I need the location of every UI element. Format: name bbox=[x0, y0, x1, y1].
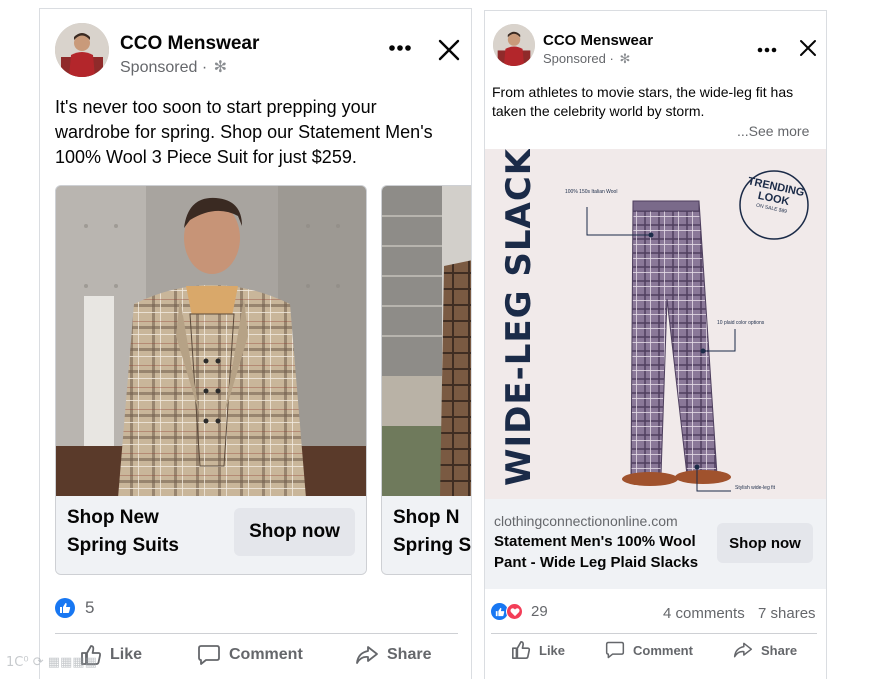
carousel-footer: Shop New Spring Suits Shop now bbox=[56, 496, 366, 574]
annotation-fit: Stylish wide-leg fit bbox=[735, 485, 776, 491]
watermark-logo: 1C⁰ ⟳ ▦▦▦▦ bbox=[6, 650, 116, 672]
comment-icon bbox=[198, 645, 220, 665]
comment-label: Comment bbox=[633, 642, 693, 658]
page-avatar[interactable] bbox=[493, 24, 535, 66]
close-icon[interactable] bbox=[799, 39, 817, 57]
more-options-icon[interactable] bbox=[757, 42, 777, 53]
reactions-summary[interactable]: 5 bbox=[55, 598, 94, 618]
carousel-item[interactable]: Shop New Spring Suits Shop now bbox=[55, 185, 367, 575]
share-label: Share bbox=[761, 642, 798, 658]
reactions-summary[interactable]: 29 bbox=[491, 603, 548, 620]
gear-icon: ✻ bbox=[213, 59, 228, 76]
shop-now-button[interactable]: Shop now bbox=[234, 508, 355, 556]
ad-headline: WIDE-LEG SLACKS bbox=[499, 149, 539, 486]
ad-title-line2: Pant - Wide Leg Plaid Slacks bbox=[494, 554, 699, 571]
sponsored-label: Sponsored · ✻ bbox=[543, 51, 631, 66]
thumbs-up-icon bbox=[512, 641, 531, 659]
divider bbox=[491, 633, 817, 634]
like-button[interactable]: Like bbox=[511, 640, 565, 660]
carousel-title-line2: Spring Suits bbox=[67, 535, 179, 556]
comment-button[interactable]: Comment bbox=[197, 644, 303, 666]
share-label: Share bbox=[387, 646, 432, 663]
share-icon bbox=[356, 646, 378, 664]
annotation-wool: 100% 150s Italian Wool bbox=[565, 189, 618, 195]
ad-domain: clothingconnectiononline.com bbox=[494, 513, 678, 529]
post-body-text: From athletes to movie stars, the wide-l… bbox=[492, 84, 794, 119]
product-photo-second[interactable] bbox=[382, 186, 471, 498]
annotation-colors: 10 plaid color options bbox=[717, 320, 765, 326]
page-name[interactable]: CCO Menswear bbox=[120, 33, 259, 55]
share-icon bbox=[733, 642, 753, 658]
like-reaction-icon bbox=[55, 598, 75, 618]
gear-icon: ✻ bbox=[619, 51, 631, 66]
carousel-title-line2: Spring S bbox=[393, 535, 472, 556]
see-more-link[interactable]: ...See more bbox=[737, 123, 809, 139]
sponsored-post-card-2: CCO Menswear Sponsored · ✻ From athletes… bbox=[484, 10, 827, 679]
comment-label: Comment bbox=[229, 646, 303, 663]
love-reaction-icon bbox=[506, 603, 523, 620]
carousel-item[interactable]: Shop N Spring S bbox=[381, 185, 472, 575]
post-body-text: It's never too soon to start prepping yo… bbox=[55, 97, 433, 167]
carousel-footer: Shop N Spring S bbox=[382, 496, 472, 574]
sponsored-text: Sponsored bbox=[120, 59, 198, 76]
share-button[interactable]: Share bbox=[355, 644, 431, 666]
ad-footer[interactable]: clothingconnectiononline.com Statement M… bbox=[485, 499, 826, 589]
reaction-count: 5 bbox=[85, 598, 95, 617]
carousel-title: Shop N Spring S bbox=[393, 504, 472, 560]
sponsored-text: Sponsored bbox=[543, 51, 606, 66]
divider bbox=[55, 633, 458, 634]
like-label: Like bbox=[539, 642, 566, 658]
sponsored-label: Sponsored · ✻ bbox=[120, 59, 228, 76]
carousel-title-line1: Shop N bbox=[393, 507, 460, 528]
shares-count[interactable]: 7 shares bbox=[758, 605, 816, 622]
reaction-count: 29 bbox=[531, 603, 548, 620]
more-options-icon[interactable] bbox=[388, 41, 412, 53]
carousel-title: Shop New Spring Suits bbox=[67, 504, 217, 560]
shop-now-button[interactable]: Shop now bbox=[717, 523, 813, 563]
page-avatar[interactable] bbox=[55, 23, 109, 77]
comment-button[interactable]: Comment bbox=[605, 640, 693, 660]
svg-text:1C⁰ ⟳ ▦▦▦▦: 1C⁰ ⟳ ▦▦▦▦ bbox=[6, 655, 97, 670]
ad-image-wide-leg-slacks[interactable]: WIDE-LEG SLACKS TRENDING LOOK ON SALE $8… bbox=[485, 149, 826, 499]
sponsored-post-card-1: CCO Menswear Sponsored · ✻ It's never to… bbox=[39, 8, 472, 679]
comment-icon bbox=[605, 641, 625, 659]
close-icon[interactable] bbox=[438, 39, 460, 61]
page-name[interactable]: CCO Menswear bbox=[543, 32, 653, 49]
comments-count[interactable]: 4 comments bbox=[663, 605, 745, 622]
product-photo-plaid-suit[interactable] bbox=[56, 186, 366, 498]
ad-title-line1: Statement Men's 100% Wool bbox=[494, 533, 696, 550]
share-button[interactable]: Share bbox=[733, 640, 797, 660]
ad-title: Statement Men's 100% Wool Pant - Wide Le… bbox=[494, 531, 724, 573]
carousel-title-line1: Shop New bbox=[67, 507, 159, 528]
